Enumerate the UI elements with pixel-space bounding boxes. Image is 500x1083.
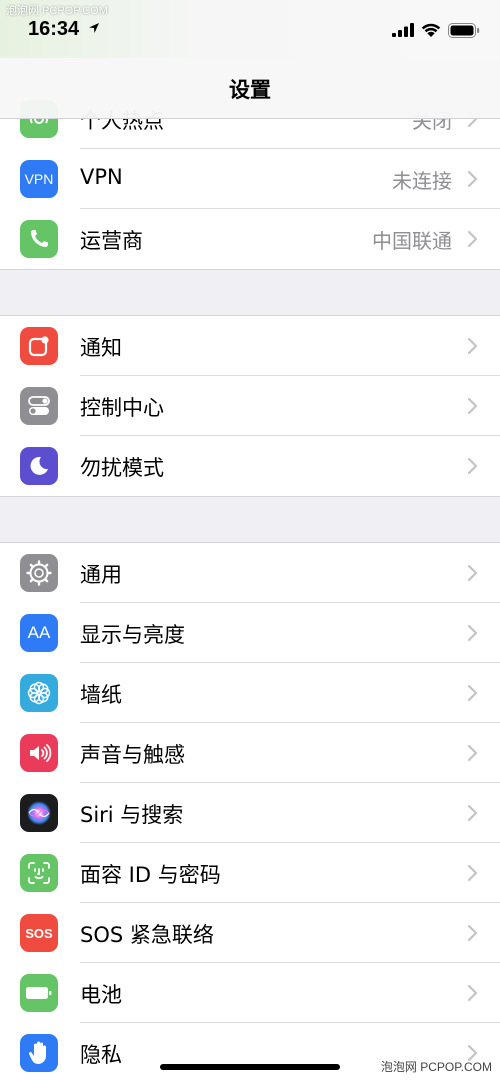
chevron-right-icon <box>467 457 478 475</box>
section-general: 通用 AA 显示与亮度 墙纸 声音与触感 Siri 与搜索 面容 ID 与密码 … <box>0 542 500 1083</box>
home-indicator[interactable] <box>160 1064 340 1070</box>
row-label: VPN <box>80 165 123 189</box>
moon-icon <box>20 447 58 485</box>
row-value: 中国联通 <box>372 229 452 253</box>
chevron-right-icon <box>467 230 478 248</box>
sos-icon: SOS <box>20 914 58 952</box>
wifi-icon <box>421 23 441 37</box>
chevron-right-icon <box>467 864 478 882</box>
chevron-right-icon <box>467 564 478 582</box>
row-label: SOS 紧急联络 <box>80 923 214 947</box>
chevron-right-icon <box>467 744 478 762</box>
row-value: 未连接 <box>392 169 452 193</box>
row-label: 墙纸 <box>80 683 122 707</box>
siri-icon <box>20 794 58 832</box>
page-title: 设置 <box>229 78 271 102</box>
row-face-id-passcode[interactable]: 面容 ID 与密码 <box>0 843 500 903</box>
battery-status-icon <box>448 23 480 38</box>
row-sounds-haptics[interactable]: 声音与触感 <box>0 723 500 783</box>
status-time: 16:34 <box>28 18 80 40</box>
watermark-top: 泡泡网 PCPOP.COM <box>6 5 108 17</box>
phone-icon <box>20 220 58 258</box>
watermark-bottom: 泡泡网 PCPOP.COM <box>380 1060 492 1074</box>
chevron-right-icon <box>467 624 478 642</box>
chevron-right-icon <box>467 924 478 942</box>
cellular-signal-icon <box>392 23 414 37</box>
location-arrow-icon <box>89 23 99 33</box>
row-battery[interactable]: 电池 <box>0 963 500 1023</box>
row-control-center[interactable]: 控制中心 <box>0 376 500 436</box>
chevron-right-icon <box>467 397 478 415</box>
vpn-icon-text: VPN <box>24 171 54 187</box>
control-center-icon <box>20 387 58 425</box>
hand-icon <box>20 1034 58 1072</box>
row-siri-search[interactable]: Siri 与搜索 <box>0 783 500 843</box>
battery-icon <box>20 974 58 1012</box>
chevron-right-icon <box>467 984 478 1002</box>
row-emergency-sos[interactable]: SOS SOS 紧急联络 <box>0 903 500 963</box>
display-icon-text: AA <box>27 623 51 642</box>
chevron-right-icon <box>467 804 478 822</box>
row-label: 声音与触感 <box>80 743 185 767</box>
section-notifications: 通知 控制中心 勿扰模式 <box>0 315 500 497</box>
chevron-right-icon <box>467 337 478 355</box>
row-label: 控制中心 <box>80 396 164 420</box>
row-do-not-disturb[interactable]: 勿扰模式 <box>0 436 500 496</box>
chevron-right-icon <box>467 170 478 188</box>
row-notifications[interactable]: 通知 <box>0 316 500 376</box>
row-label: 电池 <box>80 983 122 1007</box>
row-carrier[interactable]: 运营商 中国联通 <box>0 209 500 269</box>
face-id-icon <box>20 854 58 892</box>
row-vpn[interactable]: VPN VPN 未连接 <box>0 149 500 209</box>
row-label: 显示与亮度 <box>80 623 185 647</box>
chevron-right-icon <box>467 684 478 702</box>
row-label: 通知 <box>80 336 122 360</box>
gear-icon <box>20 554 58 592</box>
row-label: 面容 ID 与密码 <box>80 863 221 887</box>
row-label: 勿扰模式 <box>80 456 164 480</box>
speaker-icon <box>20 734 58 772</box>
row-wallpaper[interactable]: 墙纸 <box>0 663 500 723</box>
row-label: 运营商 <box>80 229 143 253</box>
sos-icon-text: SOS <box>25 925 53 941</box>
wallpaper-icon <box>20 674 58 712</box>
display-icon: AA <box>20 614 58 652</box>
row-display-brightness[interactable]: AA 显示与亮度 <box>0 603 500 663</box>
row-label: 通用 <box>80 563 122 587</box>
row-general[interactable]: 通用 <box>0 543 500 603</box>
navigation-bar: 设置 <box>0 58 500 119</box>
row-label: Siri 与搜索 <box>80 803 184 827</box>
notifications-icon <box>20 327 58 365</box>
row-label: 隐私 <box>80 1043 122 1067</box>
vpn-icon: VPN <box>20 160 58 198</box>
